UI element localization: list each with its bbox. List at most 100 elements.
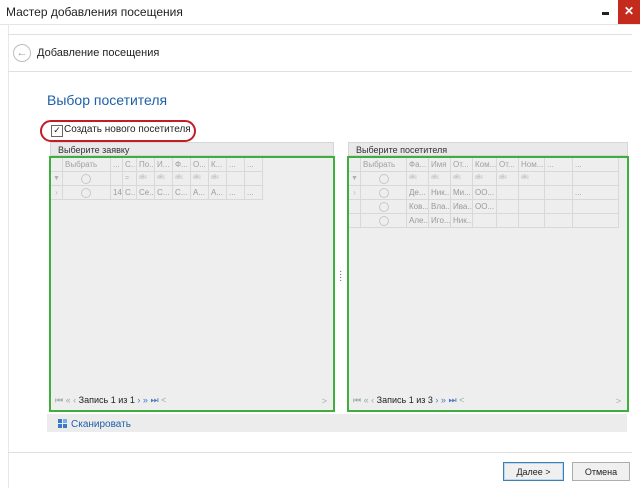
filter-cell[interactable]: ᵃᴮᶜ	[191, 172, 209, 186]
nav-first-icon[interactable]: ⏮	[55, 395, 63, 405]
table-row[interactable]: Ков... Вла... Ива... ОО...	[349, 200, 619, 214]
grid-cell[interactable]	[497, 200, 519, 214]
nav-last-icon[interactable]: ⏭	[150, 395, 158, 405]
left-grid-navigator[interactable]: ⏮ « ‹ Запись 1 из 1 › » ⏭ <	[55, 395, 166, 406]
grid-cell[interactable]	[573, 200, 619, 214]
nav-prev-icon[interactable]: ‹	[73, 395, 76, 405]
grid-cell[interactable]: А...	[191, 186, 209, 200]
grid-cell[interactable]: Де...	[407, 186, 429, 200]
grid-cell[interactable]	[573, 214, 619, 228]
right-grid[interactable]: Выбрать Фа... Имя От... Ком... От... Ном......…	[347, 156, 629, 412]
grid-cell[interactable]: Ми...	[451, 186, 473, 200]
grid-cell[interactable]: Иго...	[429, 214, 451, 228]
table-row[interactable]: › Де... Ник... Ми... ОО......	[349, 186, 619, 200]
radio-icon[interactable]	[81, 188, 91, 198]
back-arrow-icon[interactable]: ←	[13, 44, 31, 62]
grid-cell[interactable]	[545, 200, 573, 214]
table-row[interactable]: Але... Иго... Ник...	[349, 214, 619, 228]
nav-next-page-icon[interactable]: »	[143, 395, 148, 405]
grid-cell[interactable]	[497, 214, 519, 228]
grid-cell[interactable]	[545, 186, 573, 200]
filter-cell[interactable]: ▼	[349, 172, 361, 186]
radio-icon[interactable]	[379, 174, 389, 184]
filter-cell[interactable]: ᵃᴮᶜ	[519, 172, 545, 186]
filter-cell[interactable]	[573, 172, 619, 186]
grid-cell[interactable]: Ник...	[451, 214, 473, 228]
right-grid-filter-row[interactable]: ▼ ᵃᴮᶜ ᵃᴮᶜ ᵃᴮᶜ ᵃᴮᶜ ᵃᴮᶜ ᵃᴮᶜ	[349, 172, 619, 186]
grid-cell[interactable]	[473, 214, 497, 228]
select-radio[interactable]	[63, 172, 111, 186]
grid-cell[interactable]	[349, 214, 361, 228]
close-button[interactable]: ✕	[618, 0, 640, 24]
nav-next-page-icon[interactable]: »	[441, 395, 446, 405]
next-button[interactable]: Далее >	[503, 462, 564, 481]
grid-cell[interactable]	[519, 214, 545, 228]
nav-prev-icon[interactable]: ‹	[371, 395, 374, 405]
create-new-checkbox[interactable]: ✓	[51, 125, 63, 137]
grid-cell[interactable]: ›	[349, 186, 361, 200]
filter-cell[interactable]: ᵃᴮᶜ	[173, 172, 191, 186]
filter-cell[interactable]: ᵃᴮᶜ	[155, 172, 173, 186]
create-new-label[interactable]: Создать нового посетителя	[64, 124, 191, 135]
nav-last-icon[interactable]: ⏭	[448, 395, 456, 405]
filter-cell[interactable]	[245, 172, 263, 186]
left-grid[interactable]: Выбрать... С... По... И... Ф... О... К........…	[49, 156, 335, 412]
right-grid-navigator[interactable]: ⏮ « ‹ Запись 1 из 3 › » ⏭ <	[353, 395, 464, 406]
nav-prev-page-icon[interactable]: «	[364, 395, 369, 405]
grid-cell[interactable]: ›	[51, 186, 63, 200]
grid-cell[interactable]: С...	[155, 186, 173, 200]
grid-cell[interactable]: Ива...	[451, 200, 473, 214]
grid-cell[interactable]: С...	[173, 186, 191, 200]
filter-cell[interactable]: ᵃᴮᶜ	[209, 172, 227, 186]
grid-cell[interactable]: ОО...	[473, 200, 497, 214]
filter-cell[interactable]: ᵃᴮᶜ	[451, 172, 473, 186]
minimize-button[interactable]	[596, 3, 618, 21]
select-radio[interactable]	[361, 200, 407, 214]
filter-cell[interactable]: ᵃᴮᶜ	[137, 172, 155, 186]
table-row[interactable]: › 14 С... Се... С... С... А... А.........	[51, 186, 263, 200]
radio-icon[interactable]	[379, 202, 389, 212]
filter-cell[interactable]: ᵃᴮᶜ	[429, 172, 451, 186]
grid-cell[interactable]: Се...	[137, 186, 155, 200]
filter-cell[interactable]	[227, 172, 245, 186]
grid-cell[interactable]: ОО...	[473, 186, 497, 200]
grid-cell[interactable]: Ков...	[407, 200, 429, 214]
grid-cell[interactable]: ...	[573, 186, 619, 200]
scroll-left-icon[interactable]: <	[459, 395, 464, 405]
select-radio[interactable]	[361, 186, 407, 200]
radio-icon[interactable]	[379, 216, 389, 226]
select-radio[interactable]	[361, 214, 407, 228]
scroll-right-icon[interactable]: >	[322, 396, 327, 406]
grid-cell[interactable]	[519, 186, 545, 200]
select-radio[interactable]	[361, 172, 407, 186]
filter-cell[interactable]: ▼	[51, 172, 63, 186]
grid-cell[interactable]: Ник...	[429, 186, 451, 200]
select-radio[interactable]	[63, 186, 111, 200]
nav-next-icon[interactable]: ›	[435, 395, 438, 405]
nav-next-icon[interactable]: ›	[137, 395, 140, 405]
grid-cell[interactable]: Вла...	[429, 200, 451, 214]
filter-cell[interactable]	[111, 172, 123, 186]
filter-cell[interactable]	[545, 172, 573, 186]
grid-cell[interactable]: 14	[111, 186, 123, 200]
grid-cell[interactable]: Але...	[407, 214, 429, 228]
left-grid-filter-row[interactable]: ▼ = ᵃᴮᶜ ᵃᴮᶜ ᵃᴮᶜ ᵃᴮᶜ ᵃᴮᶜ	[51, 172, 263, 186]
nav-prev-page-icon[interactable]: «	[66, 395, 71, 405]
filter-cell[interactable]: ᵃᴮᶜ	[407, 172, 429, 186]
filter-cell[interactable]: ᵃᴮᶜ	[473, 172, 497, 186]
grid-cell[interactable]	[349, 200, 361, 214]
grid-cell[interactable]	[497, 186, 519, 200]
nav-first-icon[interactable]: ⏮	[353, 395, 361, 405]
radio-icon[interactable]	[81, 174, 91, 184]
filter-cell[interactable]: ᵃᴮᶜ	[497, 172, 519, 186]
filter-cell[interactable]: =	[123, 172, 137, 186]
grid-cell[interactable]	[519, 200, 545, 214]
grid-cell[interactable]	[545, 214, 573, 228]
grid-cell[interactable]: ...	[245, 186, 263, 200]
grid-cell[interactable]: А...	[209, 186, 227, 200]
scroll-right-icon[interactable]: >	[616, 396, 621, 406]
radio-icon[interactable]	[379, 188, 389, 198]
cancel-button[interactable]: Отмена	[572, 462, 630, 481]
scan-icon[interactable]	[58, 419, 68, 429]
scroll-left-icon[interactable]: <	[161, 395, 166, 405]
